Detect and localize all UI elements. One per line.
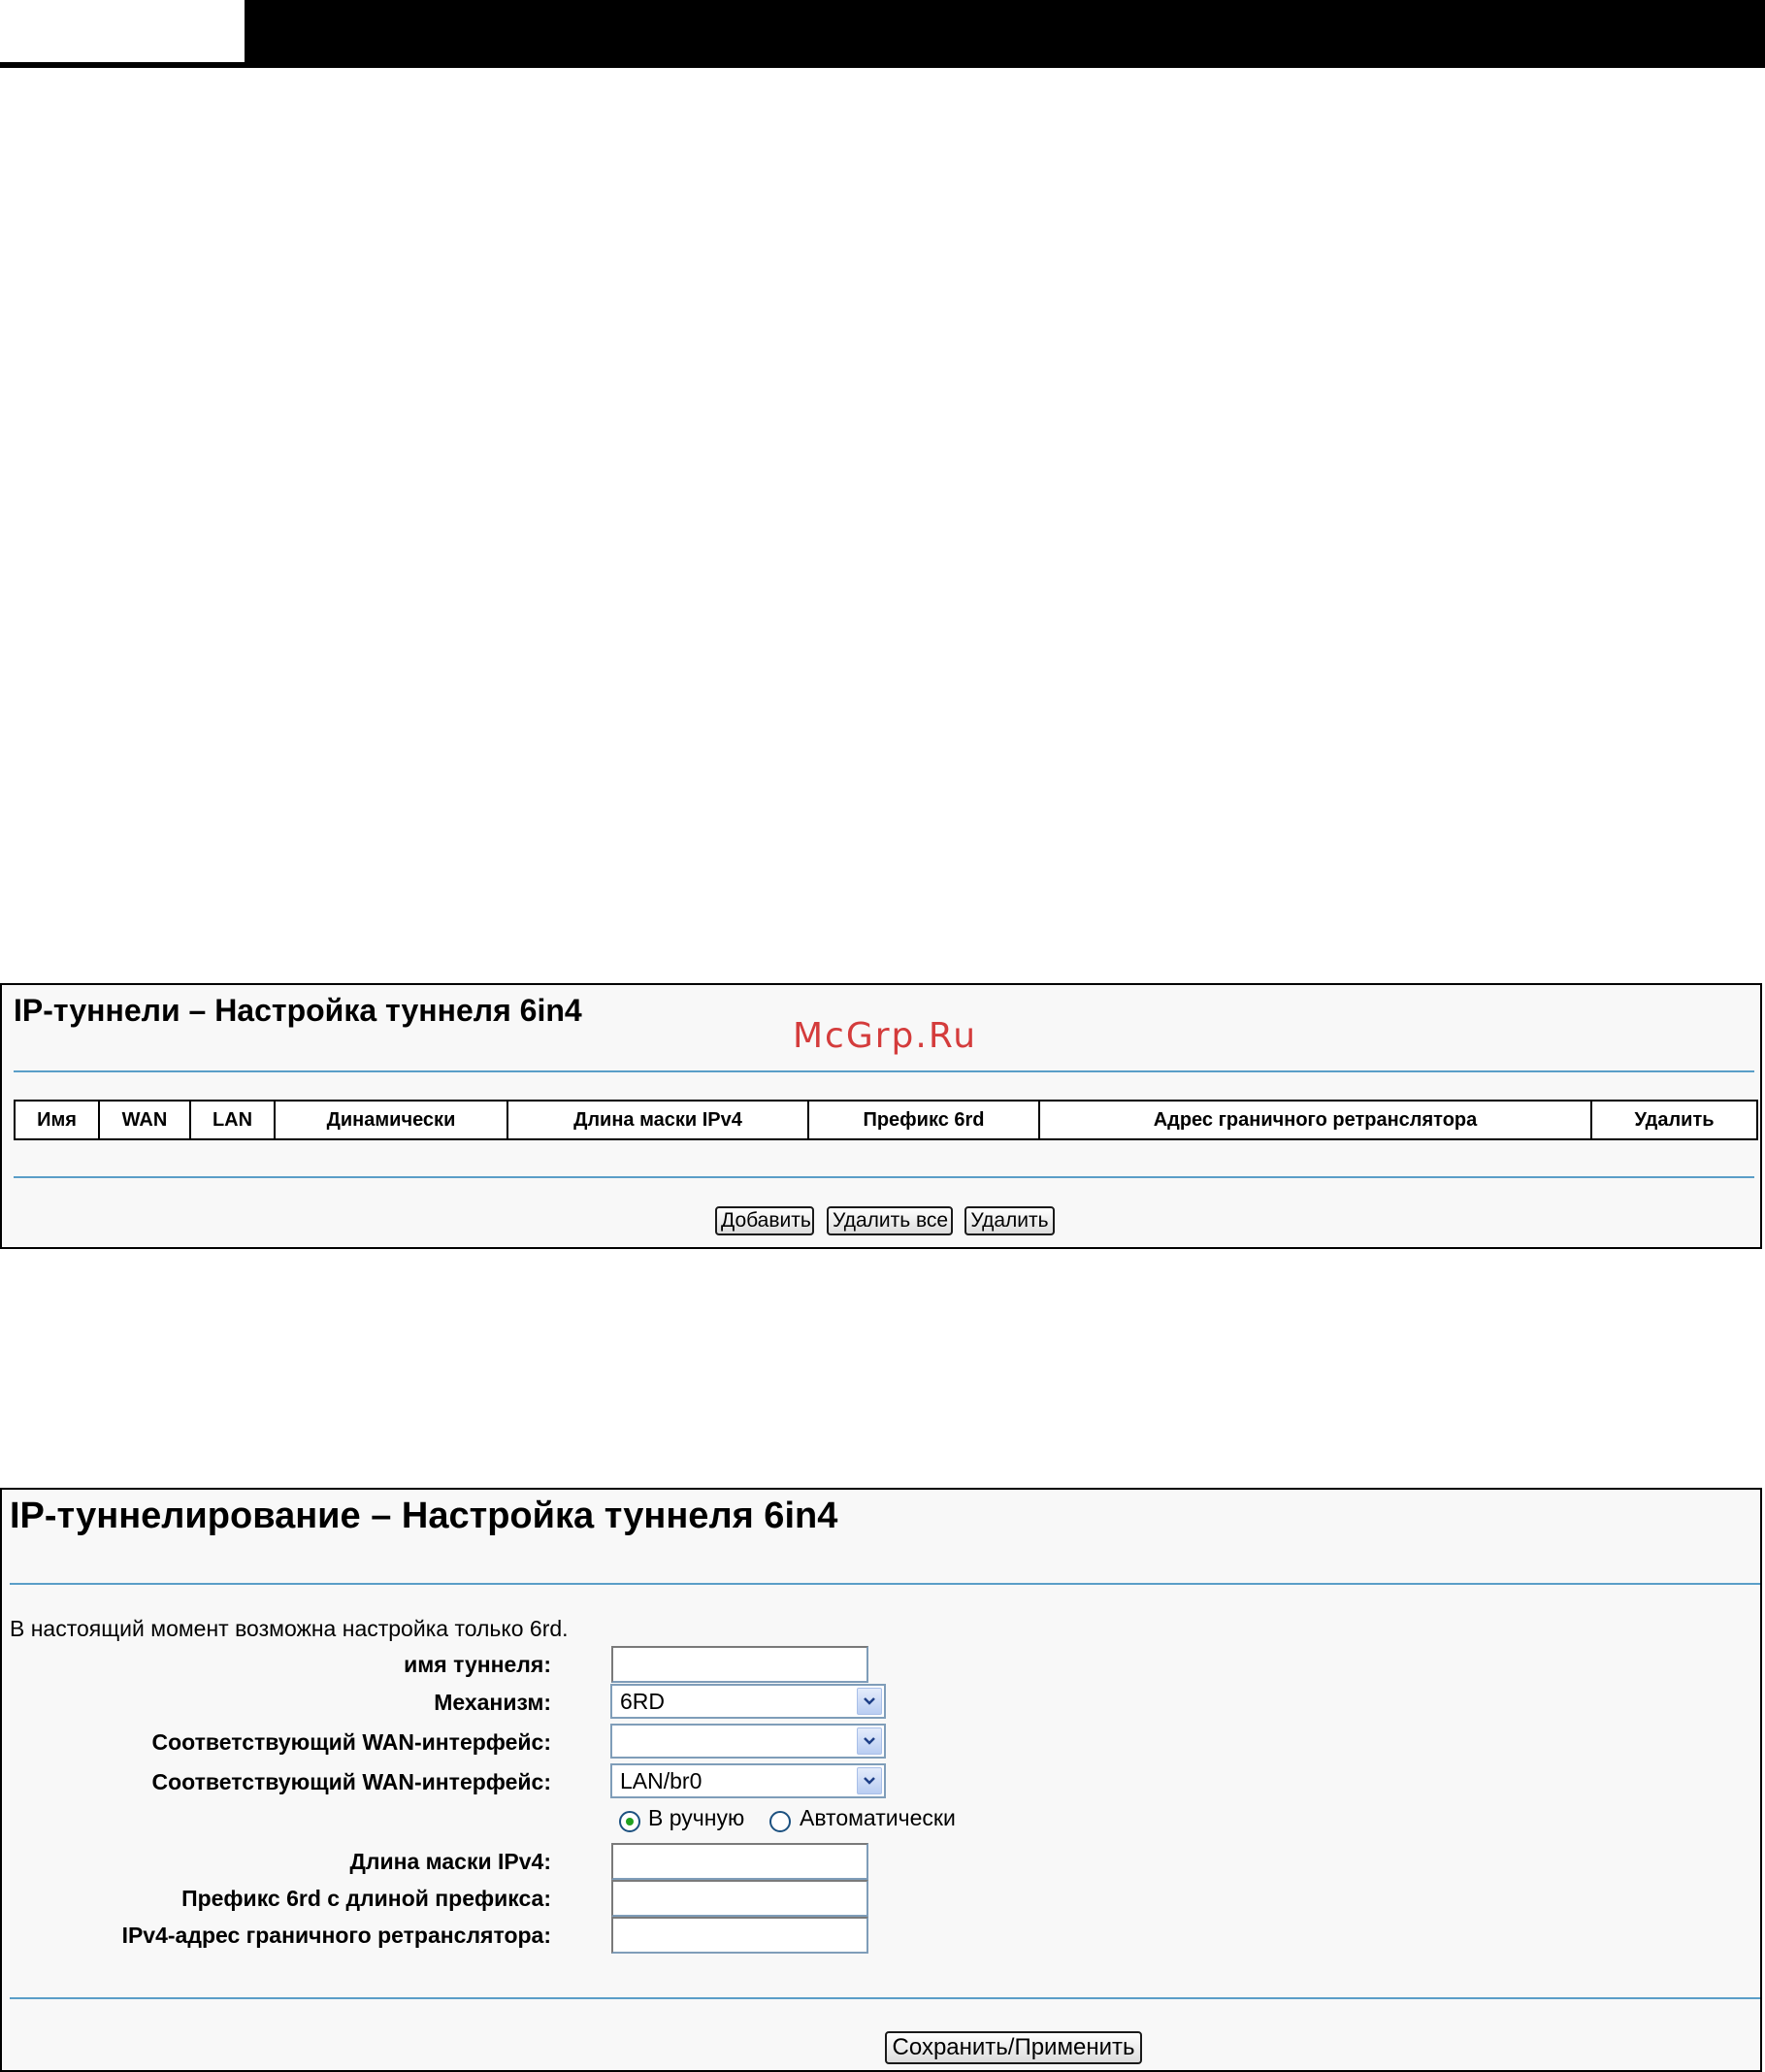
col-header-name: Имя <box>14 1100 100 1140</box>
table-header-row: Имя WAN LAN Динамически Длина маски IPv4… <box>14 1100 1758 1140</box>
border-relay-input[interactable] <box>611 1917 868 1954</box>
lan-interface-select[interactable]: LAN/br0 <box>610 1763 886 1798</box>
col-header-lan: LAN <box>189 1100 276 1140</box>
top-header-bar <box>0 0 1765 68</box>
tunnel-list-panel: IP-туннели – Настройка туннеля 6in4 McGr… <box>0 983 1762 1249</box>
tunnel-table: Имя WAN LAN Динамически Длина маски IPv4… <box>14 1100 1758 1140</box>
info-note: В настоящий момент возможна настройка то… <box>10 1616 569 1641</box>
border-relay-label: IPv4-адрес граничного ретранслятора: <box>121 1923 551 1948</box>
chevron-down-icon[interactable] <box>857 1688 882 1715</box>
add-button[interactable]: Добавить <box>715 1206 814 1235</box>
tunnel-config-panel: IP-туннелирование – Настройка туннеля 6i… <box>0 1488 1762 2072</box>
tunnel-name-input[interactable] <box>611 1646 868 1683</box>
mechanism-select[interactable]: 6RD <box>610 1684 886 1719</box>
wan-interface-select[interactable] <box>610 1724 886 1759</box>
delete-button[interactable]: Удалить <box>964 1206 1055 1235</box>
header-tab-blank <box>0 0 245 62</box>
col-header-ipv4-mask: Длина маски IPv4 <box>507 1100 809 1140</box>
mechanism-label: Механизм: <box>434 1690 551 1715</box>
divider-top <box>14 1070 1754 1072</box>
auto-radio[interactable] <box>769 1811 791 1832</box>
6rd-prefix-input[interactable] <box>611 1880 868 1917</box>
ipv4-mask-input[interactable] <box>611 1843 868 1880</box>
radio-selected-dot <box>626 1818 634 1825</box>
manual-radio-label[interactable]: В ручную <box>648 1805 744 1831</box>
divider-bottom <box>10 1997 1760 1999</box>
delete-all-button[interactable]: Удалить все <box>827 1206 953 1235</box>
auto-radio-label[interactable]: Автоматически <box>800 1805 956 1831</box>
manual-radio[interactable] <box>619 1811 640 1832</box>
col-header-wan: WAN <box>98 1100 191 1140</box>
mechanism-value: 6RD <box>620 1689 666 1714</box>
chevron-down-icon[interactable] <box>857 1727 882 1755</box>
watermark-text: McGrp.Ru <box>793 1016 978 1056</box>
6rd-prefix-label: Префикс 6rd с длиной префикса: <box>181 1886 551 1911</box>
chevron-down-icon[interactable] <box>857 1767 882 1794</box>
divider-top <box>10 1583 1760 1585</box>
col-header-dynamic: Динамически <box>274 1100 508 1140</box>
page-title: IP-туннели – Настройка туннеля 6in4 <box>14 993 582 1028</box>
divider-bottom <box>14 1176 1754 1178</box>
col-header-delete: Удалить <box>1590 1100 1758 1140</box>
tunnel-name-label: имя туннеля: <box>404 1652 551 1677</box>
col-header-6rd-prefix: Префикс 6rd <box>807 1100 1040 1140</box>
col-header-border-relay: Адрес граничного ретранслятора <box>1038 1100 1592 1140</box>
lan-interface-value: LAN/br0 <box>620 1768 703 1793</box>
wan-interface-label: Соответствующий WAN-интерфейс: <box>151 1729 551 1755</box>
save-apply-button[interactable]: Сохранить/Применить <box>885 2031 1142 2064</box>
lan-interface-label: Соответствующий WAN-интерфейс: <box>151 1769 551 1794</box>
ipv4-mask-label: Длина маски IPv4: <box>349 1849 551 1874</box>
form-title: IP-туннелирование – Настройка туннеля 6i… <box>10 1496 838 1536</box>
